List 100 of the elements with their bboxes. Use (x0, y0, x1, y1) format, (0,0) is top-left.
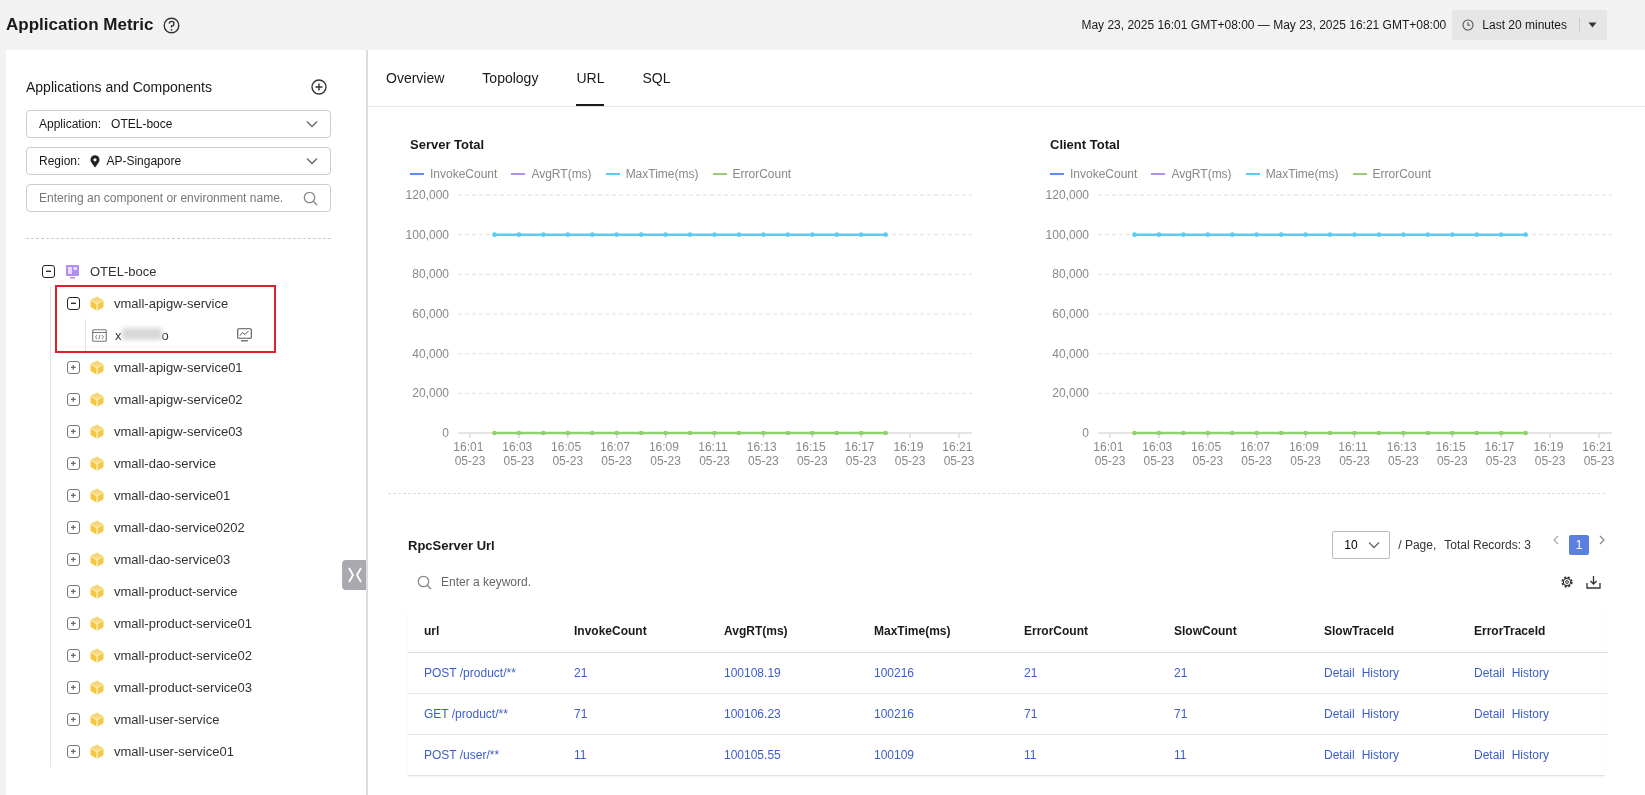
tree-item-label[interactable]: vmall-dao-service0202 (114, 519, 245, 535)
table-cell-text: 100109 (873, 747, 916, 764)
trace-link[interactable]: History (1361, 707, 1400, 721)
y-tick-label: 100,000 (405, 227, 449, 242)
tree-item-label[interactable]: vmall-apigw-service02 (114, 391, 243, 407)
column-header: ErrorTraceId (1458, 610, 1608, 653)
table-cell: 71 (1158, 694, 1308, 735)
x-tick-label: 16:11 05-23 (698, 440, 730, 468)
chart-title: Client Total (1050, 137, 1121, 152)
expand-toggle[interactable] (67, 392, 80, 406)
tree-item-label[interactable]: OTEL-boce (90, 263, 157, 279)
tree-item-label[interactable]: vmall-product-service03 (114, 679, 252, 695)
x-tick-label: 16:09 05-23 (1288, 440, 1321, 468)
trace-link[interactable]: Detail (1474, 666, 1505, 680)
expand-toggle[interactable] (67, 584, 80, 598)
x-tick-label: 16:13 05-23 (746, 440, 779, 468)
settings-icon (1560, 575, 1574, 589)
column-header: AvgRT(ms) (708, 610, 858, 653)
application-select[interactable]: Application: OTEL-boce (26, 110, 331, 138)
y-tick-label: 0 (1082, 426, 1089, 440)
tree-item-label[interactable]: vmall-product-service (114, 583, 238, 599)
region-select[interactable]: Region: AP-Singapore (26, 147, 331, 175)
expand-toggle[interactable] (67, 648, 80, 662)
trace-link[interactable]: Detail (1474, 748, 1505, 762)
clock-icon (1462, 19, 1475, 31)
expand-toggle[interactable] (67, 744, 80, 758)
tab[interactable]: Overview (386, 50, 445, 106)
trace-link[interactable]: History (1361, 666, 1400, 680)
trace-link[interactable]: Detail (1324, 707, 1355, 721)
tree-item-label[interactable]: vmall-dao-service (114, 455, 216, 471)
legend-item[interactable]: ErrorCount (712, 167, 792, 181)
download-button[interactable] (1586, 575, 1601, 589)
trace-link[interactable]: History (1511, 707, 1550, 721)
tree-item-label[interactable]: vmall-product-service01 (114, 615, 252, 631)
legend-item[interactable]: AvgRT(ms) (511, 167, 592, 181)
expand-toggle[interactable] (67, 456, 80, 470)
legend-item[interactable]: AvgRT(ms) (1151, 167, 1232, 181)
page-button[interactable]: 1 (1569, 535, 1589, 555)
url-link[interactable]: POST /product/** (408, 653, 558, 694)
x-tick-label: 16:11 05-23 (1338, 440, 1370, 468)
trace-link[interactable]: History (1511, 748, 1550, 762)
trace-link[interactable]: History (1361, 748, 1400, 762)
plus-circle-icon (311, 79, 327, 95)
expand-toggle[interactable] (67, 360, 80, 374)
legend-item[interactable]: MaxTime(ms) (605, 167, 699, 181)
tree-item-label[interactable]: vmall-apigw-service01 (114, 359, 243, 375)
page-size-select[interactable]: 10 (1332, 531, 1391, 559)
x-tick-label: 16:01 05-23 (453, 440, 486, 468)
tree-item-label[interactable]: vmall-apigw-service (114, 295, 229, 311)
trace-link[interactable]: Detail (1324, 666, 1355, 680)
expand-toggle[interactable] (67, 488, 80, 502)
time-range-dropdown[interactable]: Last 20 minutes (1452, 10, 1607, 40)
expand-toggle[interactable] (67, 424, 80, 438)
collapse-toggle[interactable] (67, 296, 80, 310)
legend-item[interactable]: ErrorCount (1352, 167, 1432, 181)
tree-item-label[interactable]: vmall-dao-service01 (114, 487, 231, 503)
trace-link[interactable]: Detail (1474, 707, 1505, 721)
table-title: RpcServer Url (408, 537, 496, 553)
expand-toggle[interactable] (67, 680, 80, 694)
tab[interactable]: Topology (482, 50, 539, 106)
tree-item-label[interactable]: vmall-user-service (114, 711, 220, 727)
expand-toggle[interactable] (67, 520, 80, 534)
tree-item-label[interactable]: vmall-dao-service03 (114, 551, 231, 567)
table-cell: 21 (1008, 653, 1158, 694)
help-icon (163, 16, 181, 34)
tree-item-label[interactable]: vmall-product-service02 (114, 647, 252, 663)
collapse-arrows-icon (347, 566, 363, 584)
cube-icon (90, 391, 104, 407)
expand-toggle[interactable] (67, 712, 80, 726)
x-tick-label: 16:15 05-23 (795, 440, 828, 468)
column-header: ErrorCount (1008, 610, 1158, 653)
url-link[interactable]: GET /product/** (408, 694, 558, 735)
cube-icon (90, 455, 104, 471)
legend-item[interactable]: InvokeCount (1050, 167, 1138, 181)
legend-item[interactable]: MaxTime(ms) (1245, 167, 1339, 181)
table-cell-text: 11 (573, 747, 588, 764)
search-field[interactable]: Entering an component or environment name. (26, 184, 331, 212)
tree-item-label[interactable]: vmall-apigw-service03 (114, 423, 243, 439)
expand-toggle[interactable] (67, 552, 80, 566)
collapse-toggle[interactable] (42, 264, 55, 278)
y-tick-label: 20,000 (1052, 386, 1089, 401)
tree-item-label[interactable]: vmall-user-service01 (114, 743, 234, 759)
x-tick-label: 16:21 05-23 (942, 440, 975, 468)
tab[interactable]: SQL (642, 50, 671, 106)
chart-title: Server Total (410, 137, 486, 152)
column-header: url (408, 610, 558, 653)
x-tick-label: 16:07 05-23 (600, 440, 633, 468)
x-tick-label: 16:17 05-23 (1484, 440, 1517, 468)
tab[interactable]: URL (576, 50, 605, 106)
trace-link[interactable]: History (1511, 666, 1550, 680)
expand-toggle[interactable] (67, 616, 80, 630)
url-link[interactable]: POST /user/** (408, 735, 558, 775)
cube-icon (90, 519, 104, 535)
add-button[interactable] (311, 79, 327, 95)
y-tick-label: 60,000 (1052, 307, 1089, 321)
legend-item[interactable]: InvokeCount (410, 167, 498, 181)
x-tick-label: 16:09 05-23 (648, 440, 681, 468)
y-tick-label: 40,000 (1052, 346, 1089, 361)
settings-button[interactable] (1560, 575, 1574, 589)
trace-link[interactable]: Detail (1324, 748, 1355, 762)
